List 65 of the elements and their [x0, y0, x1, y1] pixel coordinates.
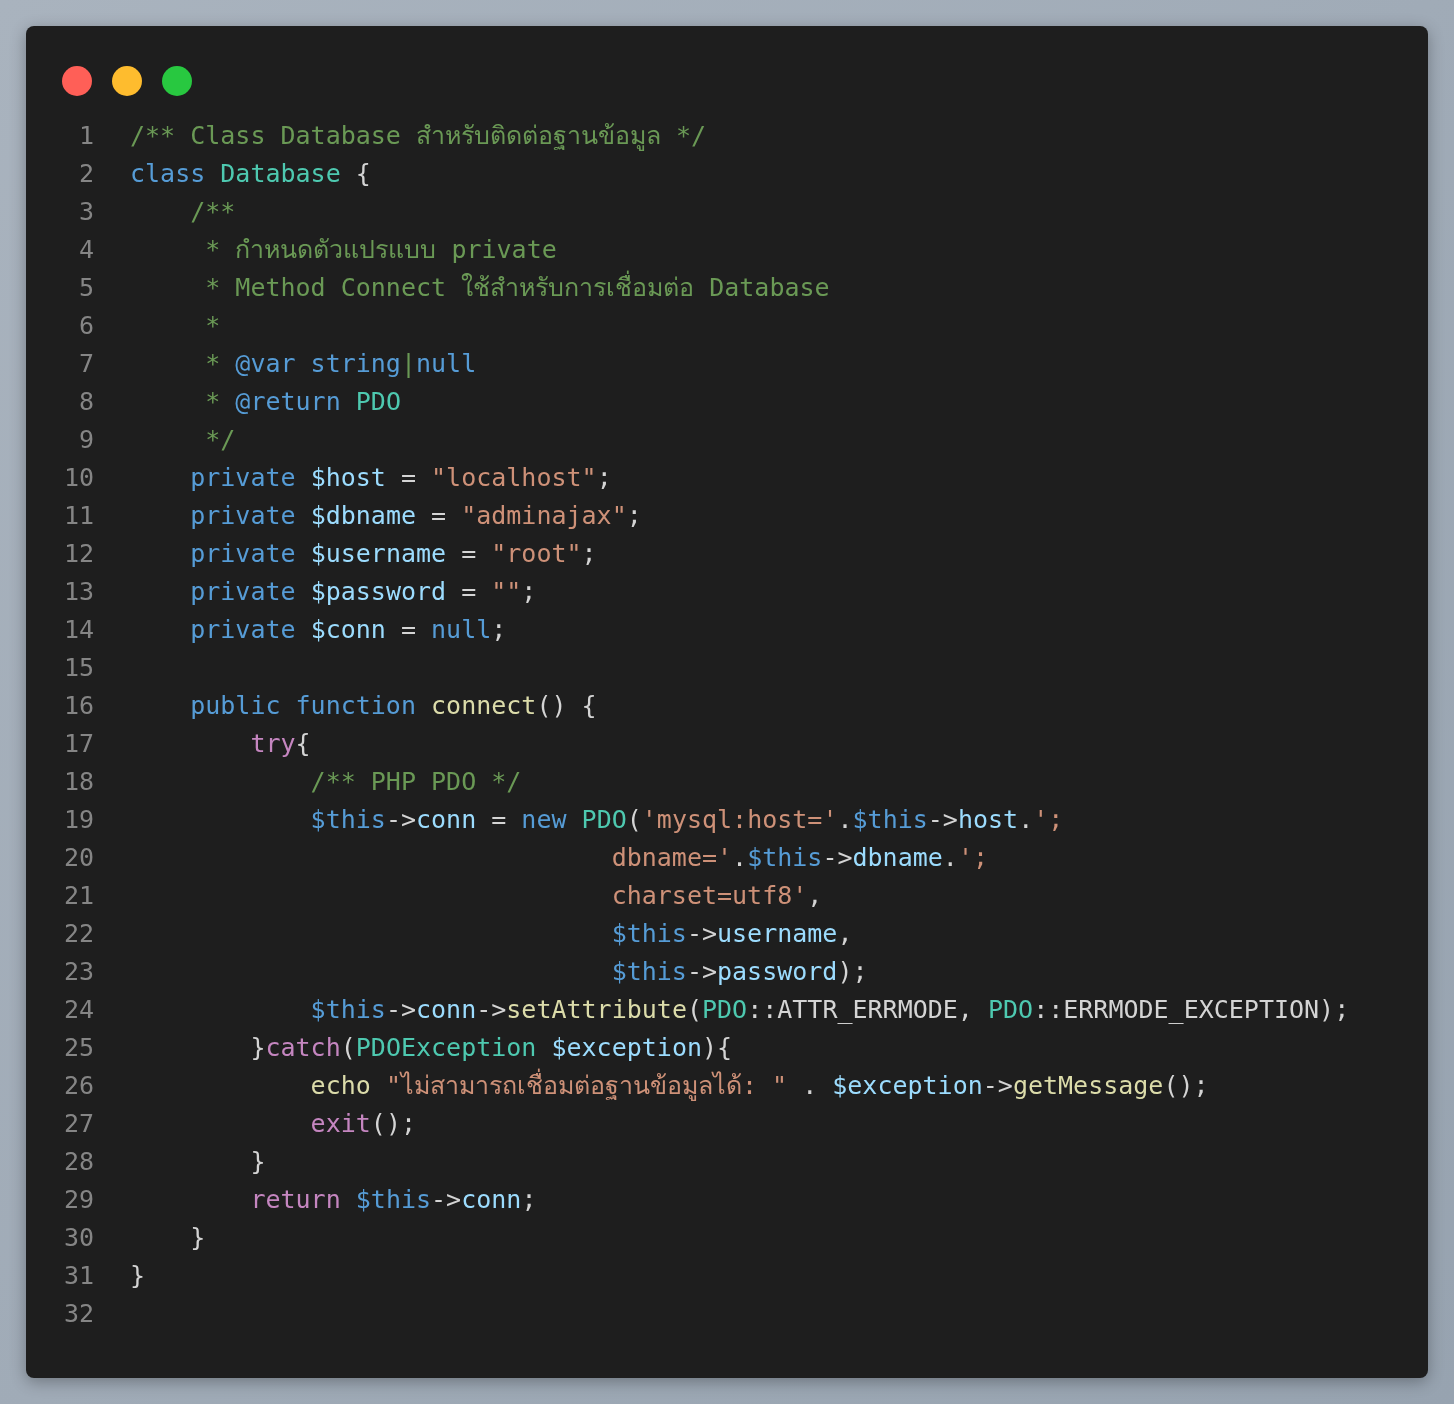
- line-number: 27: [62, 1108, 94, 1138]
- line-number: 7: [77, 348, 94, 378]
- line-number: 6: [77, 310, 94, 340]
- line-number: 28: [62, 1146, 94, 1176]
- code-line: try{: [249, 728, 311, 758]
- code-line: */: [204, 424, 236, 454]
- code-line: dbname='.$this->dbname.';: [610, 842, 988, 872]
- line-number: 21: [62, 880, 94, 910]
- code-line: private $dbname = "adminajax";: [189, 500, 642, 530]
- window-control-icon: [162, 66, 192, 96]
- code-line: /** PHP PDO */: [309, 766, 522, 796]
- line-number: 19: [62, 804, 94, 834]
- code-line: private $password = "";: [189, 576, 537, 606]
- line-number: 13: [62, 576, 94, 606]
- line-number: 16: [62, 690, 94, 720]
- line-number: 11: [62, 500, 94, 530]
- code-line: * Method Connect ใช้สำหรับการเชื่อมต่อ Database: [130, 267, 830, 307]
- code-line: * @return PDO: [204, 386, 401, 416]
- code-line: exit();: [309, 1108, 416, 1138]
- code-line: * กำหนดตัวแปรแบบ private: [204, 234, 557, 266]
- code-line: $this->conn->setAttribute(PDO::ATTR_ERRMODE, PDO::ERRMODE_EXCEPTION);: [309, 994, 1350, 1024]
- code-line: echo "ไม่สามารถเชื่อมต่อฐานข้อมูลได้: " . $exception->getMessage();: [130, 1065, 1209, 1105]
- line-number: 2: [77, 158, 94, 188]
- line-number: 18: [62, 766, 94, 796]
- window-control-icon: [112, 66, 142, 96]
- line-number: 17: [62, 728, 94, 758]
- line-number: 25: [62, 1032, 94, 1062]
- code-line: /** Class Database สำหรับติดต่อฐานข้อมูล */: [130, 120, 707, 153]
- window-control-icon: [62, 66, 92, 96]
- code-line: }: [130, 1260, 146, 1290]
- code-line: }catch(PDOException $exception){: [249, 1032, 733, 1062]
- line-number: 20: [62, 842, 94, 872]
- code-line: return $this->conn;: [249, 1184, 537, 1214]
- code-line: private $host = "localhost";: [189, 462, 612, 492]
- line-number: 32: [62, 1298, 94, 1328]
- code-line: $this->password);: [610, 956, 868, 986]
- line-number: 15: [62, 652, 94, 682]
- code-line: }: [249, 1146, 266, 1176]
- code-line: /**: [189, 196, 236, 226]
- line-number: 10: [62, 462, 94, 492]
- line-number: 4: [77, 234, 94, 264]
- line-number: 22: [62, 918, 94, 948]
- code-line: * @var string|null: [204, 348, 477, 378]
- code-line: public function connect() {: [189, 690, 597, 720]
- line-number: 26: [62, 1070, 94, 1100]
- line-number: 5: [77, 272, 94, 302]
- line-number: 8: [77, 386, 94, 416]
- line-number: 31: [62, 1260, 94, 1290]
- code-line: private $username = "root";: [189, 538, 597, 568]
- line-number: 30: [62, 1222, 94, 1252]
- code-line: $this->conn = new PDO('mysql:host='.$this->host.';: [309, 804, 1064, 834]
- line-number: 9: [77, 424, 94, 454]
- line-number: 23: [62, 956, 94, 986]
- code-line: private $conn = null;: [189, 614, 507, 644]
- line-number: 3: [77, 196, 94, 226]
- line-number: 29: [62, 1184, 94, 1214]
- line-number: 14: [62, 614, 94, 644]
- code-line: }: [189, 1222, 206, 1252]
- code-line: charset=utf8',: [610, 880, 823, 910]
- line-number: 24: [62, 994, 94, 1024]
- code-line: $this->username,: [610, 918, 853, 948]
- code-line: class Database {: [130, 158, 371, 188]
- line-number: 1: [77, 120, 94, 150]
- code-line: *: [204, 310, 221, 340]
- line-number: 12: [62, 538, 94, 568]
